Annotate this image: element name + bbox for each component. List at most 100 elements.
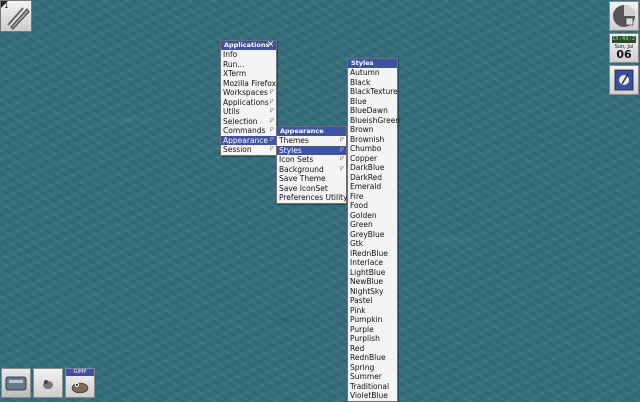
styles-menu-item-label: Interlace: [350, 258, 384, 267]
preferences-icon: [614, 69, 634, 91]
applications-menu-title[interactable]: Applications ✕: [221, 41, 276, 50]
styles-menu-item[interactable]: Brownish: [348, 135, 397, 145]
applications-menu-item[interactable]: Workspaces ◸: [221, 88, 276, 98]
dock-bottom-tile-1[interactable]: [1, 368, 31, 398]
styles-menu-item[interactable]: Spring: [348, 363, 397, 373]
styles-menu-item[interactable]: Autumn: [348, 68, 397, 78]
styles-menu-item[interactable]: Black: [348, 78, 397, 88]
styles-menu-item-label: Pumpkin: [350, 315, 383, 324]
dock-app-icon[interactable]: [609, 1, 639, 31]
styles-menu-title-text: Styles: [351, 59, 374, 67]
styles-menu-item[interactable]: Pastel: [348, 296, 397, 306]
applications-menu-item[interactable]: Selection ◸: [221, 117, 276, 127]
styles-menu-item[interactable]: IRednBlue: [348, 249, 397, 259]
dock-utility-tile[interactable]: [609, 65, 639, 95]
styles-menu-item[interactable]: BlueDawn: [348, 106, 397, 116]
styles-menu-item[interactable]: Pumpkin: [348, 315, 397, 325]
styles-menu-item[interactable]: Copper: [348, 154, 397, 164]
styles-menu-item[interactable]: Purple: [348, 325, 397, 335]
styles-menu-item[interactable]: Brown: [348, 125, 397, 135]
applications-menu-item[interactable]: Utils ◸: [221, 107, 276, 117]
styles-menu-item-label: Red: [350, 343, 365, 353]
styles-menu-item[interactable]: BlackTexture: [348, 87, 398, 97]
submenu-arrow-icon: ◸: [340, 165, 344, 172]
styles-menu-item-label: RednBlue: [350, 353, 386, 362]
styles-menu-item-label: Gtk: [350, 239, 364, 248]
appearance-menu-title[interactable]: Appearance: [277, 127, 346, 136]
styles-menu-item-label: Brownish: [350, 134, 385, 144]
applications-menu-item[interactable]: Info: [221, 50, 276, 60]
styles-menu-item[interactable]: Red: [348, 344, 397, 354]
styles-menu-item[interactable]: DarkRed: [348, 173, 397, 183]
styles-menu-item-label: LightBlue: [350, 267, 386, 277]
applications-menu-item[interactable]: Session ◸: [221, 145, 276, 155]
dock-bottom-tile-gimp[interactable]: GIMP: [65, 368, 95, 398]
styles-menu-item[interactable]: Summer: [348, 372, 397, 382]
applications-menu-item-label: Commands: [223, 126, 266, 135]
dock-bottom-tile-2[interactable]: [33, 368, 63, 398]
applications-menu-item[interactable]: Mozilla Firefox: [221, 79, 276, 89]
styles-menu-item[interactable]: Gtk: [348, 239, 397, 249]
clock-tile[interactable]: 15:49:21 Sun, Jul 06: [609, 33, 639, 63]
applications-menu-item-label: Applications: [223, 97, 269, 107]
styles-menu-item-label: Pink: [350, 305, 366, 315]
styles-menu-item[interactable]: Blue: [348, 97, 397, 107]
styles-menu-item[interactable]: Fire: [348, 192, 397, 202]
styles-menu-item[interactable]: Emerald: [348, 182, 397, 192]
styles-menu-item-label: VioletBlue: [350, 391, 388, 400]
styles-menu-item[interactable]: NewBlue: [348, 277, 397, 287]
styles-menu-item-label: IRednBlue: [350, 248, 388, 258]
submenu-arrow-icon: ◸: [270, 98, 274, 105]
styles-menu-item[interactable]: LightBlue: [348, 268, 397, 278]
clock-time: 15:49:21: [612, 36, 639, 43]
appearance-menu-item[interactable]: Save IconSet: [277, 184, 346, 194]
submenu-arrow-icon: ◸: [270, 146, 274, 152]
applications-menu-item[interactable]: Commands ◸: [221, 126, 276, 136]
applications-menu-item[interactable]: Applications ◸: [221, 98, 276, 108]
styles-menu-item[interactable]: GreyBlue: [348, 230, 397, 240]
styles-menu-item-label: BlackTexture: [350, 87, 398, 96]
styles-menu-item[interactable]: VioletBlue: [348, 391, 397, 401]
submenu-arrow-icon: ◸: [270, 89, 274, 95]
applications-menu-item[interactable]: Run...: [221, 60, 276, 70]
styles-menu-item[interactable]: RednBlue: [348, 353, 397, 363]
styles-menu-item[interactable]: Purplish: [348, 334, 397, 344]
styles-menu-item[interactable]: Interlace: [348, 258, 397, 268]
drive-icon: [5, 376, 27, 391]
styles-menu-item[interactable]: BlueishGreen: [348, 116, 400, 126]
styles-menu-item-label: Autumn: [350, 68, 380, 77]
styles-menu-item-label: GreyBlue: [350, 229, 385, 239]
styles-menu-item-label: Food: [350, 201, 368, 210]
styles-menu-item[interactable]: NightSky: [348, 287, 397, 297]
styles-menu-title[interactable]: Styles: [348, 59, 397, 68]
applications-menu-item-label: XTerm: [223, 69, 247, 78]
appearance-menu-item[interactable]: Preferences Utility: [277, 193, 348, 203]
applications-menu-item[interactable]: Appearance ◸: [221, 135, 276, 145]
app-small-icon: [43, 380, 53, 389]
appearance-menu-item[interactable]: Save Theme: [277, 174, 346, 184]
appearance-menu-items: Themes ◸ Styles ◸ Icon Sets ◸ Background ◸ Save …: [277, 136, 348, 203]
styles-menu-item-label: NewBlue: [350, 277, 383, 286]
styles-menu-item[interactable]: DarkBlue: [348, 163, 397, 173]
styles-menu-item[interactable]: Food: [348, 201, 397, 211]
appearance-menu-item[interactable]: Background ◸: [277, 165, 346, 175]
applications-menu-item[interactable]: XTerm: [221, 69, 276, 79]
appearance-menu-item[interactable]: Icon Sets ◸: [277, 155, 346, 165]
appearance-menu-item-label: Themes: [279, 136, 309, 145]
styles-menu-item-label: DarkRed: [350, 172, 383, 182]
appearance-menu-item[interactable]: Themes ◸: [277, 136, 346, 146]
styles-menu-item[interactable]: Green: [348, 220, 397, 230]
appearance-menu-item-label: Background: [279, 164, 324, 174]
styles-menu-item[interactable]: Chumbo: [348, 144, 397, 154]
close-icon[interactable]: ✕: [266, 41, 275, 50]
styles-menu-item[interactable]: Golden: [348, 211, 397, 221]
applications-menu-items: Info Run... XTerm Mozilla Firefox Workspaces…: [221, 50, 276, 155]
gimp-icon: [71, 382, 89, 394]
appearance-menu-item[interactable]: Styles ◸: [277, 145, 346, 155]
styles-menu-item[interactable]: Traditional: [348, 382, 397, 392]
styles-menu-item-label: Spring: [350, 362, 375, 372]
styles-menu-item[interactable]: Pink: [348, 306, 397, 316]
styles-menu-item-label: BlueDawn: [350, 106, 388, 115]
workspace-corner[interactable]: 1: [0, 0, 32, 32]
appearance-menu-title-text: Appearance: [280, 127, 324, 135]
